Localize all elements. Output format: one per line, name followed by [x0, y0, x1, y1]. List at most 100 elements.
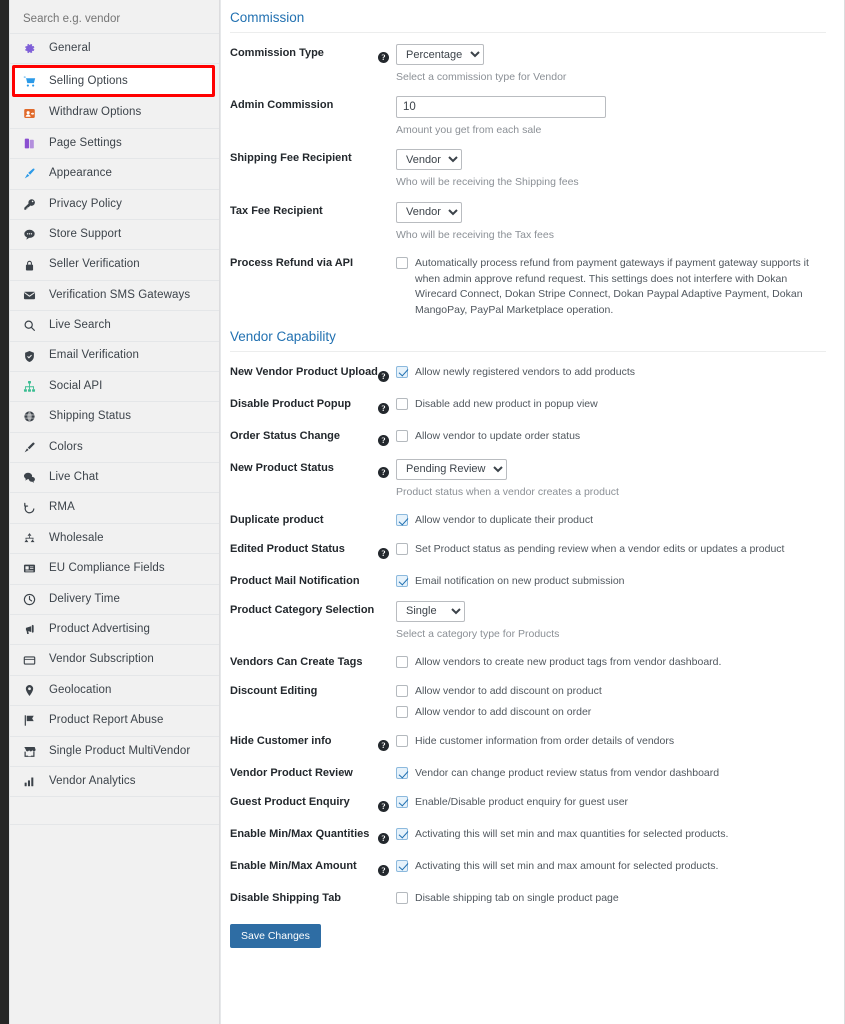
field-row: Shipping Fee Recipient VendorAdmin Who wil…: [221, 138, 830, 190]
field-control: Hide customer information from order det…: [396, 732, 830, 750]
checkbox-label: Automatically process refund from paymen…: [415, 256, 809, 317]
checkbox-row[interactable]: Enable/Disable product enquiry for guest…: [396, 793, 830, 811]
field-label: Vendor Product Review: [230, 767, 353, 780]
help-icon[interactable]: ?: [378, 466, 389, 478]
help-icon[interactable]: ?: [378, 800, 389, 812]
checkbox-row[interactable]: Allow vendor to add discount on order: [396, 703, 830, 721]
select-commission-type[interactable]: PercentageFlatCombine: [396, 44, 484, 65]
sidebar-item-label: Store Support: [49, 227, 122, 240]
sidebar-item-shipping-status[interactable]: Shipping Status: [10, 402, 219, 433]
sidebar-search-row[interactable]: [10, 4, 219, 34]
sidebar-item-store-support[interactable]: Store Support: [10, 220, 219, 251]
sidebar-item-wholesale[interactable]: Wholesale: [10, 524, 219, 555]
checkbox-checked-icon[interactable]: [396, 859, 408, 872]
bar-chart-icon: [23, 775, 40, 788]
sidebar-item-withdraw-options[interactable]: Withdraw Options: [10, 98, 219, 129]
checkbox-checked-icon[interactable]: [396, 365, 408, 378]
sidebar-item-page-settings[interactable]: Page Settings: [10, 129, 219, 160]
sidebar-item-live-chat[interactable]: Live Chat: [10, 463, 219, 494]
field-label: Process Refund via API: [230, 256, 354, 269]
lock-icon: [23, 259, 40, 272]
checkbox-row[interactable]: Automatically process refund from paymen…: [396, 254, 830, 319]
help-icon[interactable]: ?: [378, 740, 389, 752]
checkbox-unchecked-icon[interactable]: [396, 684, 408, 697]
field-control: VendorAdmin Who will be receiving the Tax…: [396, 201, 830, 243]
sidebar-item-single-product-multivendor[interactable]: Single Product MultiVendor: [10, 737, 219, 767]
select-new-product-status[interactable]: Pending ReviewPublished: [396, 458, 507, 480]
sidebar-item-colors[interactable]: Colors: [10, 433, 219, 464]
checkbox-checked-icon[interactable]: [396, 514, 408, 527]
checkbox-unchecked-icon[interactable]: [396, 891, 408, 904]
checkbox-row[interactable]: Hide customer information from order det…: [396, 732, 830, 750]
select-product-category-selection[interactable]: SingleMultiple: [396, 600, 465, 622]
help-icon[interactable]: ?: [378, 832, 389, 844]
checkbox-unchecked-icon[interactable]: [396, 735, 408, 748]
checkbox-checked-icon[interactable]: [396, 574, 408, 587]
select-shipping-fee-recipient[interactable]: VendorAdmin: [396, 149, 462, 171]
sidebar-item-geolocation[interactable]: Geolocation: [10, 676, 219, 707]
checkbox-row[interactable]: Set Product status as pending review whe…: [396, 540, 830, 558]
sidebar-item-seller-verification[interactable]: Seller Verification: [10, 250, 219, 281]
sidebar-item-label: Vendor Subscription: [49, 653, 154, 666]
sidebar-item-social-api[interactable]: Social API: [10, 372, 219, 403]
sidebar-item-product-report-abuse[interactable]: Product Report Abuse: [10, 706, 219, 737]
checkbox-row[interactable]: Allow vendor to update order status: [396, 427, 830, 445]
help-icon[interactable]: ?: [378, 52, 389, 63]
sidebar-item-label: Single Product MultiVendor: [49, 744, 191, 757]
sidebar-item-vendor-analytics[interactable]: Vendor Analytics: [10, 767, 219, 798]
help-icon[interactable]: ?: [378, 547, 389, 559]
field-control: Disable add new product in popup view: [396, 395, 830, 413]
checkbox-row[interactable]: Allow vendor to duplicate their product: [396, 511, 830, 529]
sidebar-item-label: General: [49, 41, 91, 54]
sidebar-item-product-advertising[interactable]: Product Advertising: [10, 615, 219, 646]
checkbox-label: Allow vendors to create new product tags…: [415, 655, 722, 668]
field-label: Tax Fee Recipient: [230, 204, 323, 217]
sidebar-item-privacy-policy[interactable]: Privacy Policy: [10, 190, 219, 220]
envelope-icon: [23, 289, 40, 302]
checkbox-row[interactable]: Disable shipping tab on single product p…: [396, 889, 830, 907]
checkbox-label: Allow vendor to update order status: [415, 429, 581, 442]
checkbox-row[interactable]: Disable add new product in popup view: [396, 395, 830, 413]
input-admin-commission[interactable]: [396, 96, 606, 119]
sidebar-item-email-verification[interactable]: Email Verification: [10, 342, 219, 372]
checkbox-row[interactable]: Email notification on new product submis…: [396, 572, 830, 590]
sidebar-item-label: EU Compliance Fields: [49, 562, 165, 575]
checkbox-row[interactable]: Activating this will set min and max amo…: [396, 857, 830, 875]
paintbrush-icon: [23, 441, 40, 454]
help-icon[interactable]: ?: [378, 434, 389, 446]
checkbox-row[interactable]: Activating this will set min and max qua…: [396, 825, 830, 843]
sidebar-item-selling-options[interactable]: Selling Options: [12, 65, 215, 98]
checkbox-checked-icon[interactable]: [396, 767, 408, 780]
checkbox-unchecked-icon[interactable]: [396, 542, 408, 555]
checkbox-row[interactable]: Vendor can change product review status …: [396, 764, 830, 782]
sidebar-item-general[interactable]: General: [10, 34, 219, 65]
field-control: Pending ReviewPublished Product status wh…: [396, 458, 830, 500]
sidebar-item-appearance[interactable]: Appearance: [10, 159, 219, 190]
checkbox-unchecked-icon[interactable]: [396, 655, 408, 668]
checkbox-unchecked-icon[interactable]: [396, 256, 408, 269]
sidebar-item-live-search[interactable]: Live Search: [10, 311, 219, 342]
checkbox-unchecked-icon[interactable]: [396, 429, 408, 442]
search-input[interactable]: [23, 12, 203, 25]
checkbox-unchecked-icon[interactable]: [396, 397, 408, 410]
sidebar-item-rma[interactable]: RMA: [10, 493, 219, 524]
field-control: Allow vendor to duplicate their product: [396, 511, 830, 529]
sidebar-item-verification-sms-gateways[interactable]: Verification SMS Gateways: [10, 281, 219, 312]
checkbox-row[interactable]: Allow newly registered vendors to add pr…: [396, 363, 830, 381]
select-tax-fee-recipient[interactable]: VendorAdmin: [396, 201, 462, 223]
save-changes-button[interactable]: Save Changes: [230, 923, 321, 948]
checkbox-row[interactable]: Allow vendor to add discount on product: [396, 682, 830, 700]
brush-icon: [23, 167, 40, 180]
checkbox-checked-icon[interactable]: [396, 827, 408, 840]
help-icon[interactable]: ?: [378, 370, 389, 382]
help-icon[interactable]: ?: [378, 402, 389, 414]
checkbox-row[interactable]: Allow vendors to create new product tags…: [396, 653, 830, 671]
sidebar-item-eu-compliance-fields[interactable]: EU Compliance Fields: [10, 554, 219, 585]
settings-section: Commission Commission Type? PercentageFlat…: [221, 0, 830, 319]
sidebar-item-label: Vendor Analytics: [49, 774, 136, 787]
checkbox-unchecked-icon[interactable]: [396, 706, 408, 719]
sidebar-item-delivery-time[interactable]: Delivery Time: [10, 585, 219, 616]
sidebar-item-vendor-subscription[interactable]: Vendor Subscription: [10, 645, 219, 676]
checkbox-checked-icon[interactable]: [396, 795, 408, 808]
help-icon[interactable]: ?: [378, 864, 389, 876]
